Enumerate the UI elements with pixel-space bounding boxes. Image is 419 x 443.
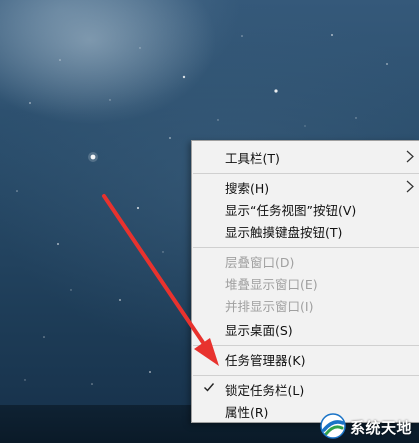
desktop[interactable]: 工具栏(T) 搜索(H) 显示“任务视图”按钮(V) 显示触摸键盘按钮(T) 层… [0,0,419,443]
globe-logo-icon [320,413,346,439]
red-arrow-icon [102,194,219,366]
watermark-text: 系统天地 [350,419,413,437]
watermark: 系统天地 [318,411,418,441]
